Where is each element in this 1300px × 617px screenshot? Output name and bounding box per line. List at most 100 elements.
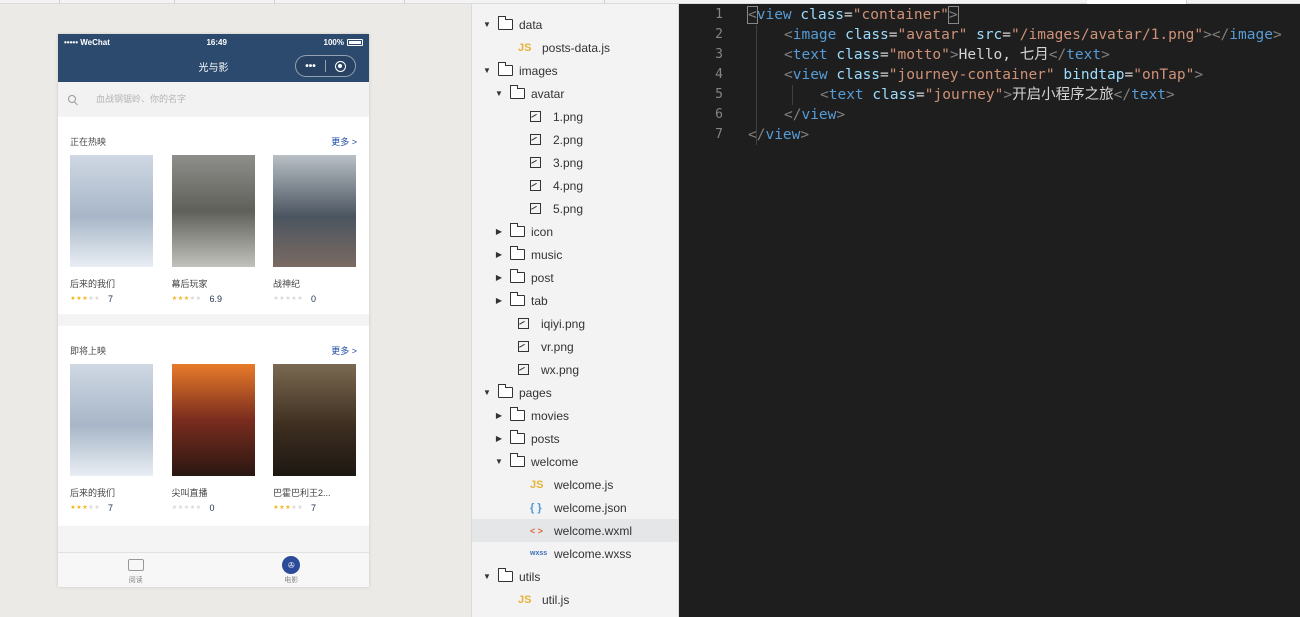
movie-card[interactable]: 幕后玩家 ★ ★ ★ ★ ★ 6.9 — [171, 155, 256, 304]
code-token: class — [836, 47, 881, 63]
movie-poster[interactable] — [273, 155, 356, 267]
wxml-file-icon: < > — [530, 525, 544, 536]
tree-file-5-png[interactable]: 5.png — [472, 197, 678, 220]
tree-file-posts-data-js[interactable]: JS posts-data.js — [472, 36, 678, 59]
folder-icon — [497, 62, 513, 76]
folder-icon — [509, 223, 525, 237]
movie-poster[interactable] — [70, 155, 153, 267]
tree-folder-images[interactable]: ▼ images — [472, 59, 678, 82]
battery-icon — [346, 38, 363, 46]
code-line[interactable]: 1 <view class="container"> — [679, 5, 1300, 25]
movie-card[interactable]: 战神纪 ★ ★ ★ ★ ★ 0 — [273, 155, 357, 304]
tree-file-iqiyi-png[interactable]: iqiyi.png — [472, 312, 678, 335]
phone-screen: ••••• WeChat 16:49 100% 光与影 ••• 血战钢锯岭、你的… — [58, 34, 369, 587]
code-token: < — [784, 47, 793, 63]
code-line[interactable]: 2 <image class="avatar" src="/images/avat… — [679, 25, 1300, 45]
code-line[interactable]: 7 </view> — [679, 125, 1300, 145]
collapse-arrow-icon[interactable]: ▶ — [494, 227, 504, 236]
tree-file-welcome-json[interactable]: { } welcome.json — [472, 496, 678, 519]
tree-folder-pages[interactable]: ▼ pages — [472, 381, 678, 404]
movie-card[interactable]: 尖叫直播 ★ ★ ★ ★ ★ 0 — [171, 364, 256, 513]
movie-card[interactable]: 巴霍巴利王2... ★ ★ ★ ★ ★ 7 — [273, 364, 357, 513]
tree-folder-utils[interactable]: ▼ utils — [472, 565, 678, 588]
collapse-arrow-icon[interactable]: ▶ — [494, 250, 504, 259]
image-file-icon — [530, 111, 541, 122]
tree-label: images — [519, 63, 558, 78]
tree-file-3-png[interactable]: 3.png — [472, 151, 678, 174]
expand-arrow-icon[interactable]: ▼ — [482, 572, 492, 581]
tree-file-welcome-js[interactable]: JS welcome.js — [472, 473, 678, 496]
movie-title: 尖叫直播 — [171, 488, 208, 498]
movie-rating: ★ ★ ★ ★ ★ 7 — [70, 294, 154, 304]
tree-file-4-png[interactable]: 4.png — [472, 174, 678, 197]
more-menu-button[interactable]: ••• — [296, 61, 325, 72]
movie-poster[interactable] — [70, 364, 153, 476]
expand-arrow-icon[interactable]: ▼ — [482, 66, 492, 75]
code-text: <text class="journey">开启小程序之旅</text> — [820, 85, 1175, 105]
code-line[interactable]: 3 <text class="motto">Hello, 七月</text> — [679, 45, 1300, 65]
movie-poster[interactable] — [171, 364, 255, 476]
collapse-arrow-icon[interactable]: ▶ — [494, 411, 504, 420]
close-miniprogram-button[interactable] — [326, 60, 355, 72]
movie-rating: ★ ★ ★ ★ ★ 7 — [70, 503, 154, 513]
expand-arrow-icon[interactable]: ▼ — [482, 388, 492, 397]
search-input[interactable]: 血战钢锯岭、你的名字 — [66, 88, 361, 110]
tree-file-vr-png[interactable]: vr.png — [472, 335, 678, 358]
tree-file-util-js[interactable]: JS util.js — [472, 588, 678, 611]
collapse-arrow-icon[interactable]: ▶ — [494, 434, 504, 443]
film-reel-icon: ✇ — [282, 556, 301, 574]
code-editor[interactable]: 1 <view class="container"> 2 <image class="… — [679, 4, 1300, 617]
tree-folder-avatar[interactable]: ▼ avatar — [472, 82, 678, 105]
code-token: > — [1165, 87, 1175, 103]
reading-icon — [127, 559, 144, 571]
code-text: <text class="motto">Hello, 七月</text> — [784, 45, 1110, 65]
tree-folder-post[interactable]: ▶ post — [472, 266, 678, 289]
tree-label: 3.png — [553, 155, 584, 170]
movie-title: 巴霍巴利王2... — [273, 488, 331, 498]
code-token: = — [880, 47, 889, 63]
tree-file-wx-png[interactable]: wx.png — [472, 358, 678, 381]
tree-folder-data[interactable]: ▼ data — [472, 13, 678, 36]
movie-list: 后来的我们 ★ ★ ★ ★ ★ 7 尖叫直播 ★ ★ ★ ★ ★ 0 巴霍巴利王2... ★ ★ ★… — [70, 364, 357, 513]
tree-folder-posts[interactable]: ▶ posts — [472, 427, 678, 450]
movie-card[interactable]: 后来的我们 ★ ★ ★ ★ ★ 7 — [70, 155, 154, 304]
folder-icon — [509, 407, 525, 421]
star-rating: ★ ★ ★ ★ ★ — [70, 505, 100, 511]
more-link[interactable]: 更多 > — [331, 344, 357, 357]
movie-rating: ★ ★ ★ ★ ★ 6.9 — [172, 294, 256, 304]
movie-card[interactable]: 后来的我们 ★ ★ ★ ★ ★ 7 — [70, 364, 154, 513]
tree-folder-tab[interactable]: ▶ tab — [472, 289, 678, 312]
code-token: image — [792, 27, 837, 43]
tab-reading[interactable]: 阅读 — [58, 553, 214, 587]
tab-movies[interactable]: ✇ 电影 — [214, 553, 370, 587]
image-file-icon — [530, 134, 541, 145]
expand-arrow-icon[interactable]: ▼ — [494, 457, 504, 466]
code-token: text — [792, 47, 828, 63]
expand-arrow-icon[interactable]: ▼ — [482, 20, 492, 29]
expand-arrow-icon[interactable]: ▼ — [494, 89, 504, 98]
image-file-icon — [518, 341, 529, 352]
tree-folder-welcome[interactable]: ▼ welcome — [472, 450, 678, 473]
tree-label: welcome.wxml — [554, 523, 633, 538]
movie-poster[interactable] — [273, 364, 356, 476]
movie-poster[interactable] — [171, 155, 255, 267]
collapse-arrow-icon[interactable]: ▶ — [494, 273, 504, 282]
collapse-arrow-icon[interactable]: ▶ — [494, 296, 504, 305]
indent-guide — [792, 85, 793, 105]
tree-folder-music[interactable]: ▶ music — [472, 243, 678, 266]
tree-file-1-png[interactable]: 1.png — [472, 105, 678, 128]
tree-file-welcome-wxml[interactable]: < > welcome.wxml — [472, 519, 678, 542]
code-line[interactable]: 4 <view class="journey-container" bindtap… — [679, 65, 1300, 85]
code-token: > — [1272, 27, 1282, 43]
movie-sections: 正在热映 更多 > 后来的我们 ★ ★ ★ ★ ★ 7 幕后玩家 ★ ★ ★ ★ ★ 6.9 战… — [58, 117, 369, 526]
tree-folder-movies[interactable]: ▶ movies — [472, 404, 678, 427]
tree-file-welcome-wxss[interactable]: wxss welcome.wxss — [472, 542, 678, 565]
code-line[interactable]: 5 <text class="journey">开启小程序之旅</text> — [679, 85, 1300, 105]
tree-label: iqiyi.png — [541, 316, 586, 331]
code-token: </ — [1113, 87, 1132, 103]
tree-file-2-png[interactable]: 2.png — [472, 128, 678, 151]
tree-folder-icon[interactable]: ▶ icon — [472, 220, 678, 243]
now-playing-section: 正在热映 更多 > 后来的我们 ★ ★ ★ ★ ★ 7 幕后玩家 ★ ★ ★ ★ ★ 6.9 战… — [58, 117, 369, 314]
code-line[interactable]: 6 </view> — [679, 105, 1300, 125]
more-link[interactable]: 更多 > — [331, 135, 357, 148]
